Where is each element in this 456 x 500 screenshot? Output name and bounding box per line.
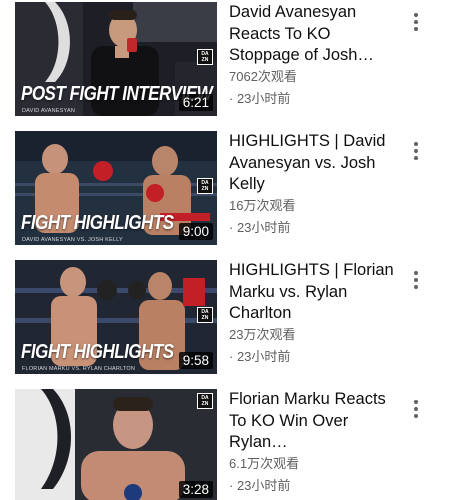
dazn-logo-icon: DA ZN [197,307,213,323]
video-info[interactable]: HIGHLIGHTS | David Avanesyan vs. Josh Ke… [229,131,399,237]
video-title[interactable]: HIGHLIGHTS | David Avanesyan vs. Josh Ke… [229,131,399,196]
video-duration: 9:58 [178,352,213,369]
video-views: 6.1万次观看 [229,455,300,471]
thumbnail-overlay-title: FIGHT HIGHLIGHTS [21,211,174,234]
video-title[interactable]: David Avanesyan Reacts To KO Stoppage of… [229,2,399,67]
video-age: · 23小时前 [229,219,291,235]
video-info[interactable]: David Avanesyan Reacts To KO Stoppage of… [229,2,399,108]
video-thumbnail[interactable]: DA ZN 3:28 [15,389,217,500]
more-options-icon[interactable] [404,395,428,423]
video-duration: 6:21 [178,94,213,111]
video-info[interactable]: Florian Marku Reacts To KO Win Over Ryla… [229,389,399,495]
video-duration: 9:00 [178,223,213,240]
video-title[interactable]: HIGHLIGHTS | Florian Marku vs. Rylan Cha… [229,260,399,325]
video-duration: 3:28 [178,481,213,498]
video-views: 23万次观看 [229,326,296,342]
thumbnail-overlay-subtitle: DAVID AVANESYAN VS. JOSH KELLY [22,237,123,243]
video-views: 7062次观看 [229,68,297,84]
video-age: · 23小时前 [229,90,291,106]
dazn-logo-icon: DA ZN [197,178,213,194]
video-age: · 23小时前 [229,477,291,493]
video-title[interactable]: Florian Marku Reacts To KO Win Over Ryla… [229,389,399,454]
thumbnail-overlay-subtitle: DAVID AVANESYAN [22,108,76,114]
video-item[interactable]: DA ZN 3:28 Florian Marku Reacts To KO Wi… [0,389,456,500]
dazn-logo-icon: DA ZN [197,393,213,409]
more-options-icon[interactable] [404,266,428,294]
dazn-logo-icon: DA ZN [197,49,213,65]
video-age: · 23小时前 [229,348,291,364]
more-options-icon[interactable] [404,8,428,36]
video-list: DA ZN POST FIGHT INTERVIEW DAVID AVANESY… [0,0,456,500]
video-info[interactable]: HIGHLIGHTS | Florian Marku vs. Rylan Cha… [229,260,399,366]
video-thumbnail[interactable]: DA ZN FIGHT HIGHLIGHTS DAVID AVANESYAN V… [15,131,217,245]
video-item[interactable]: DA ZN FIGHT HIGHLIGHTS DAVID AVANESYAN V… [0,131,456,246]
video-thumbnail[interactable]: DA ZN FIGHT HIGHLIGHTS FLORIAN MARKU VS.… [15,260,217,374]
more-options-icon[interactable] [404,137,428,165]
video-thumbnail[interactable]: DA ZN POST FIGHT INTERVIEW DAVID AVANESY… [15,2,217,116]
video-item[interactable]: DA ZN FIGHT HIGHLIGHTS FLORIAN MARKU VS.… [0,260,456,375]
video-views: 16万次观看 [229,197,296,213]
thumbnail-overlay-subtitle: FLORIAN MARKU VS. RYLAN CHARLTON [22,366,136,372]
video-item[interactable]: DA ZN POST FIGHT INTERVIEW DAVID AVANESY… [0,2,456,117]
thumbnail-overlay-title: FIGHT HIGHLIGHTS [21,340,174,363]
